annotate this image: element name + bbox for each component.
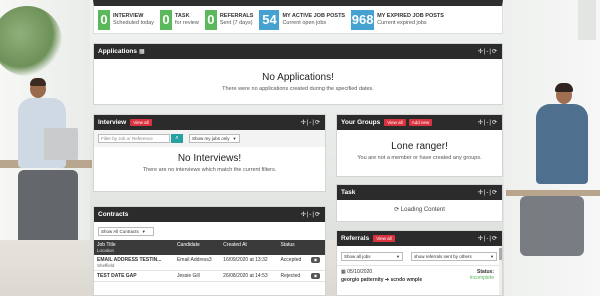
calendar-icon[interactable]: ▦ [139,48,145,55]
panel-tools-icon[interactable]: ✢|-|⟳ [478,189,498,196]
select-value: Show all jobs [344,254,371,259]
stat-expired-job-posts[interactable]: 968 MY EXPIRED JOB POSTS Current expired … [351,9,444,30]
stat-sub: Sent (7 days) [219,19,253,26]
column-header[interactable]: Candidate [173,240,221,255]
job-location: Sheffield [97,263,115,268]
search-icon[interactable]: ⌕ [171,134,183,143]
chevron-down-icon: ▼ [232,136,237,141]
groups-view-all-button[interactable]: View all [384,119,406,126]
applications-empty-sub: There were no applications created durin… [222,86,374,92]
contract-status: Rejected [277,270,308,282]
applications-empty-title: No Applications! [262,72,334,83]
dashboard: 0 INTERVIEW Scheduled today 0 TASK for rev… [93,0,503,296]
panel-tools-icon[interactable]: ✢|-|⟳ [301,211,321,218]
stat-interview[interactable]: 0 INTERVIEW Scheduled today [98,9,154,30]
panel-tools-icon[interactable]: ✢|-|⟳ [478,48,498,55]
referrals-title: Referrals [341,235,370,242]
stat-sub: Current open jobs [282,19,327,26]
groups-title: Your Groups [341,119,381,126]
stat-count: 0 [98,9,110,30]
interview-panel: Interview View all ✢|-|⟳ Filter by Job o… [93,114,326,192]
table-row[interactable]: EMAIL ADDRESS TESTIN... Sheffield Email A… [94,255,325,271]
panel-tools-icon[interactable]: ✢|-|⟳ [478,235,498,242]
select-value: Show All Contracts [101,229,139,234]
contracts-panel: Contracts ✢|-|⟳ Show All Contracts ▼ Job … [93,206,326,296]
stat-title: MY EXPIRED JOB POSTS [377,12,444,19]
view-eye-icon[interactable]: ◉ [310,257,320,263]
groups-empty-title: Lone ranger! [391,141,448,152]
created-at: 16/09/2020 at 13:32 [220,255,278,271]
column-header[interactable]: Job Title Location [94,240,174,255]
interview-empty-sub: There are no interviews which match the … [142,167,277,173]
panel-tools-icon[interactable]: ✢|-|⟳ [301,119,321,126]
status-badge: Incomplete [469,275,494,281]
interview-empty-title: No Interviews! [177,153,242,164]
stat-task[interactable]: 0 TASK for review [159,9,199,30]
created-at: 26/08/2020 at 14:53 [220,270,278,282]
stat-count: 968 [351,9,375,30]
view-eye-icon[interactable]: ◉ [310,273,320,279]
groups-panel: Your Groups View all Add new ✢|-|⟳ Lone … [336,114,503,177]
stat-title: REFERRALS [219,12,254,19]
loading-text: Loading Content [400,207,445,213]
interview-job-filter-select[interactable]: Show my jobs only ▼ [189,134,240,143]
stat-title: INTERVIEW [113,12,144,19]
referrals-panel: Referrals View all ✢|-|⟳ Show all jobs ▼ … [336,230,503,296]
contract-status: Accepted [277,255,308,271]
column-header-actions [307,240,325,255]
select-value: Show my jobs only [192,136,230,141]
candidate-name: Email Address3 [173,255,221,271]
contracts-table: Job Title Location Candidate Created At S… [94,240,325,282]
stat-count: 0 [204,9,217,30]
referral-date: 05/10/2020 [347,269,373,275]
stat-sub: Scheduled today [113,19,154,26]
loading-spinner-icon: ⟳ [394,207,400,213]
stats-bar: 0 INTERVIEW Scheduled today 0 TASK for rev… [93,0,503,34]
task-loading: ⟳ Loading Content [337,200,502,213]
stat-sub: Current expired jobs [377,19,427,26]
candidate-name: Jessie Gill [173,270,221,282]
chevron-down-icon: ▼ [141,229,146,234]
table-row[interactable]: TEST DATE GAP Jessie Gill 26/08/2020 at … [94,270,325,282]
column-header[interactable]: Created At [220,240,278,255]
stat-referrals[interactable]: 0 REFERRALS Sent (7 days) [204,9,254,30]
groups-add-new-button[interactable]: Add new [408,119,433,126]
select-value: show referrals sent by others [414,254,472,259]
panel-tools-icon[interactable]: ✢|-|⟳ [478,119,498,126]
interview-title: Interview [98,119,127,126]
groups-empty-sub: You are not a member or have created any… [357,155,482,161]
stat-count: 54 [259,9,280,30]
column-header[interactable]: Status [277,240,308,255]
stat-title: MY ACTIVE JOB POSTS [282,12,346,19]
referral-item[interactable]: ▦ 05/10/2020 georgio patternity ➜ scndo … [337,265,502,286]
interview-view-all-button[interactable]: View all [130,119,152,126]
referrals-view-all-button[interactable]: View all [373,235,395,242]
chevron-down-icon: ▼ [396,254,400,259]
task-panel: Task ✢|-|⟳ ⟳ Loading Content [336,184,503,222]
contracts-title: Contracts [98,211,129,218]
referrals-scrollbar[interactable] [499,246,502,295]
stat-active-job-posts[interactable]: 54 MY ACTIVE JOB POSTS Current open jobs [259,9,346,30]
task-title: Task [341,189,356,196]
chevron-down-icon: ▼ [490,254,494,259]
column-header-sub: Location [97,248,115,253]
applications-panel: Applications ▦ ✢|-|⟳ No Applications! Th… [93,43,503,105]
stat-sub: for review [174,19,199,26]
contracts-filter-select[interactable]: Show All Contracts ▼ [98,227,154,236]
stat-title: TASK [174,12,190,19]
referrals-sent-by-select[interactable]: show referrals sent by others ▼ [411,252,497,261]
calendar-icon: ▦ [341,269,346,275]
interview-search-input[interactable]: Filter by Job or Reference [98,134,170,143]
referrals-jobs-select[interactable]: Show all jobs ▼ [341,252,403,261]
stat-count: 0 [159,9,172,30]
job-title[interactable]: TEST DATE GAP [97,273,137,279]
applications-title: Applications [98,48,138,55]
